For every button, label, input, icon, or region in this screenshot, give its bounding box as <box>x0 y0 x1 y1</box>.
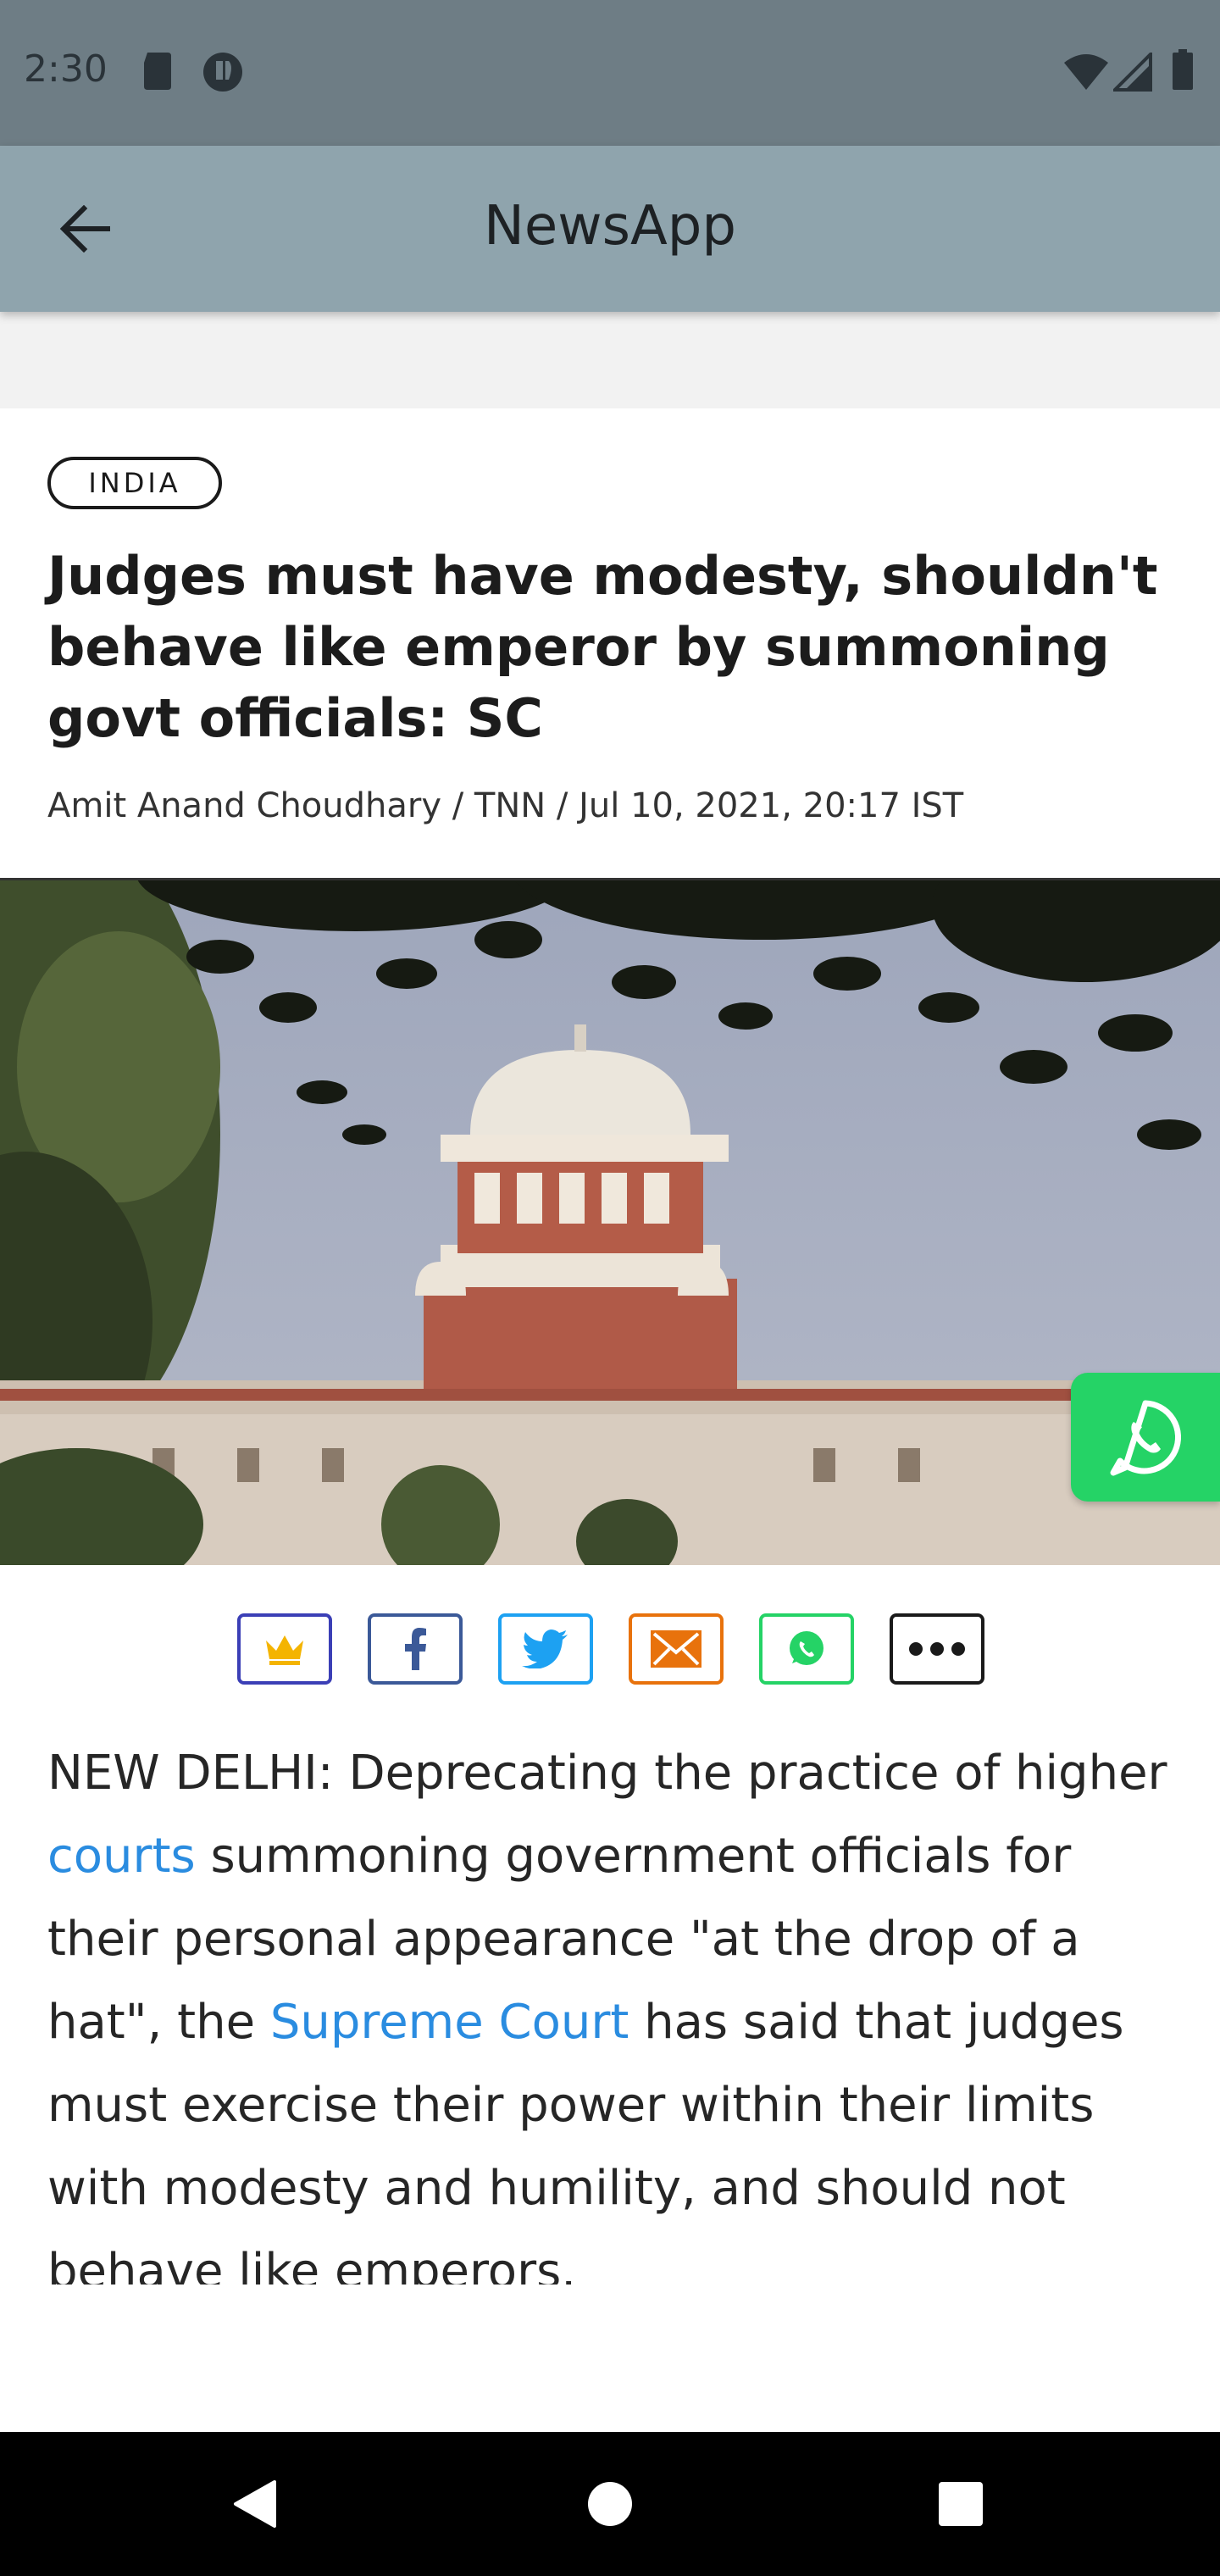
supreme-court-link[interactable]: Supreme Court <box>270 1995 629 2050</box>
premium-share-button[interactable] <box>237 1613 332 1685</box>
nav-home-button[interactable] <box>559 2466 661 2542</box>
shield-icon <box>202 51 244 97</box>
back-triangle-icon <box>234 2480 276 2528</box>
twitter-icon <box>522 1629 568 1668</box>
whatsapp-icon <box>1110 1400 1182 1476</box>
category-tag[interactable]: INDIA <box>47 457 222 509</box>
crown-icon <box>266 1635 303 1665</box>
recents-square-icon <box>939 2482 983 2526</box>
email-share-button[interactable] <box>629 1613 724 1685</box>
home-circle-icon <box>588 2482 632 2526</box>
status-bar: 2:30 <box>0 0 1220 146</box>
wifi-icon <box>1062 53 1110 96</box>
system-nav-bar <box>0 2432 1220 2576</box>
article-byline: Amit Anand Choudhary / TNN / Jul 10, 202… <box>47 786 964 825</box>
battery-icon <box>1171 49 1195 96</box>
signal-icon <box>1111 50 1152 96</box>
facebook-share-button[interactable] <box>368 1613 463 1685</box>
article-headline: Judges must have modesty, shouldn't beha… <box>47 545 1158 749</box>
whatsapp-floating-button[interactable] <box>1071 1373 1220 1502</box>
app-bar: NewsApp <box>0 146 1220 312</box>
more-share-button[interactable] <box>890 1613 984 1685</box>
sd-card-icon <box>141 51 175 96</box>
nav-back-button[interactable] <box>203 2466 305 2542</box>
courts-link[interactable]: courts <box>47 1829 196 1884</box>
whatsapp-icon <box>790 1631 824 1665</box>
more-icon <box>909 1642 965 1656</box>
twitter-share-button[interactable] <box>498 1613 593 1685</box>
nav-recents-button[interactable] <box>910 2466 1012 2542</box>
top-spacer-band <box>0 312 1220 408</box>
article-text: NEW DELHI: Deprecating the practice of h… <box>47 1746 1167 1801</box>
article-hero-image[interactable] <box>0 880 1220 1565</box>
envelope-icon <box>651 1630 702 1668</box>
status-time: 2:30 <box>24 47 108 91</box>
article-body: NEW DELHI: Deprecating the practice of h… <box>47 1732 1183 2285</box>
whatsapp-share-button[interactable] <box>759 1613 854 1685</box>
facebook-icon <box>405 1628 426 1670</box>
app-title: NewsApp <box>484 195 736 258</box>
